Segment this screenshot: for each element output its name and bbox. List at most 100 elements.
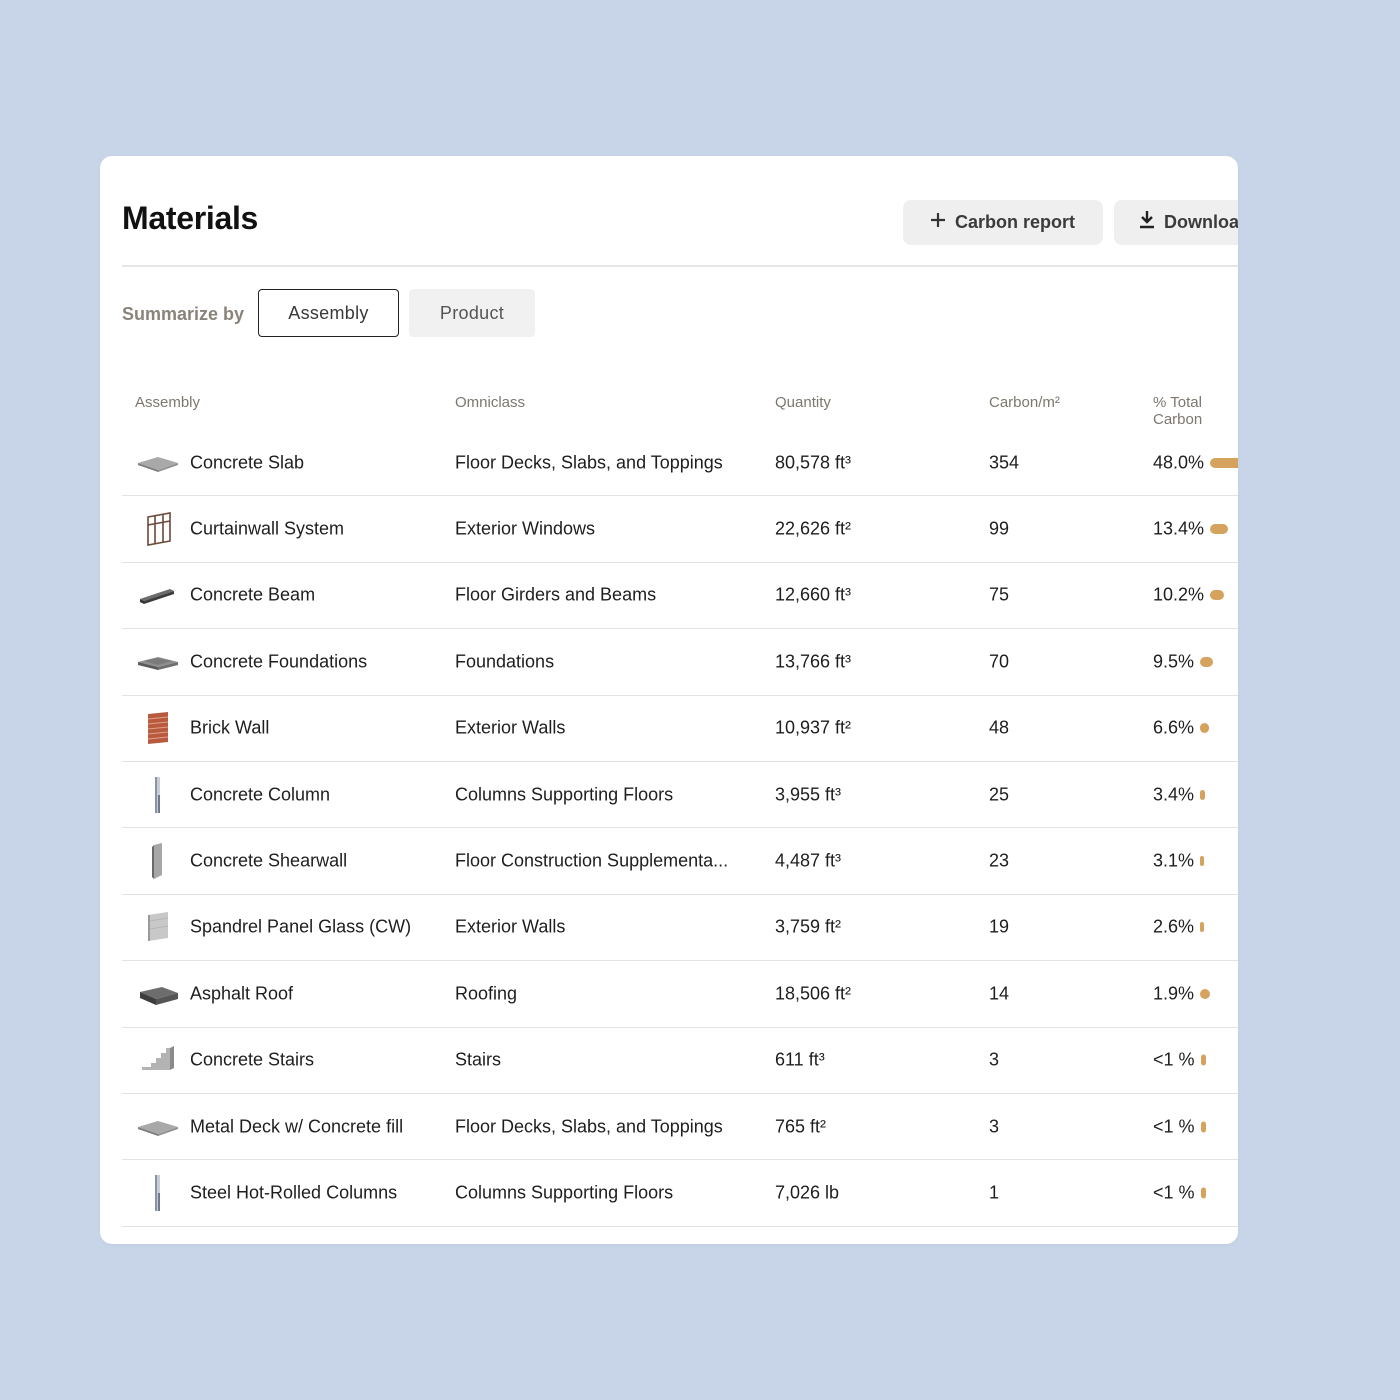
column-header-assembly[interactable]: Assembly [135,394,200,411]
download-icon [1138,210,1156,235]
percent-bar [1210,590,1224,601]
quantity: 80,578 ft³ [775,452,852,473]
percent-bar [1200,988,1211,999]
omniclass: Exterior Walls [455,916,566,937]
shearwall-icon [136,841,180,881]
summarize-label: Summarize by [122,304,245,324]
omniclass: Columns Supporting Floors [455,784,674,805]
slab-icon [136,443,180,483]
percent-bar [1200,723,1210,734]
column-header-percent-total[interactable]: % Total Carbon [1153,394,1238,428]
percent-bar [1200,1054,1206,1066]
table-row[interactable]: Curtainwall System Exterior Windows 22,626… [122,496,1238,563]
percent-total-carbon: 3.1% [1153,850,1195,871]
download-label: Download [1164,212,1238,232]
carbon-per-m2: 23 [989,850,1010,871]
carbon-per-m2: 70 [989,651,1010,672]
column-icon [136,1173,180,1213]
percent-total-carbon: 48.0% [1153,452,1205,473]
omniclass: Floor Construction Supplementa... [455,850,729,871]
summarize-product-button[interactable]: Product [409,289,535,337]
quantity: 611 ft³ [775,1049,825,1070]
carbon-per-m2: 3 [989,1116,1000,1137]
brick-icon [136,708,180,748]
curtainwall-icon [136,509,180,549]
table-row[interactable]: Asphalt Roof Roofing 18,506 ft² 14 1.9% [122,961,1238,1028]
foundation-icon [136,642,180,682]
percent-bar [1200,856,1205,867]
percent-total-carbon: <1 % [1153,1182,1195,1203]
omniclass: Floor Decks, Slabs, and Toppings [455,1116,723,1137]
percent-bar [1200,922,1205,933]
quantity: 765 ft² [775,1116,827,1137]
stairs-icon [136,1040,180,1080]
table-row[interactable]: Concrete Slab Floor Decks, Slabs, and Top… [122,430,1238,497]
header-divider [122,265,1238,267]
column-header-carbon[interactable]: Carbon/m² [989,394,1060,411]
table-row[interactable]: Steel Hot-Rolled Columns Columns Supporti… [122,1160,1238,1227]
column-header-quantity[interactable]: Quantity [775,394,831,411]
percent-total-carbon: 2.6% [1153,916,1195,937]
assembly-name: Concrete Slab [190,452,305,473]
percent-bar [1200,656,1213,667]
plus-icon [929,211,947,234]
materials-table: Concrete Slab Floor Decks, Slabs, and Top… [122,430,1238,1244]
roof-icon [136,974,180,1014]
assembly-name: Curtainwall System [190,518,345,539]
carbon-per-m2: 1 [989,1182,1000,1203]
table-row[interactable]: Spandrel Panel Glass (CW) Exterior Walls 3… [122,895,1238,962]
carbon-per-m2: 3 [989,1049,1000,1070]
summarize-assembly-button[interactable]: Assembly [258,289,399,337]
percent-total-carbon: 13.4% [1153,518,1205,539]
omniclass: Floor Girders and Beams [455,584,657,605]
column-header-omniclass[interactable]: Omniclass [455,394,525,411]
assembly-name: Concrete Foundations [190,651,368,672]
percent-bar [1200,1187,1206,1199]
table-row[interactable]: Concrete Shearwall Floor Construction Sup… [122,828,1238,895]
percent-total-carbon: 1.9% [1153,983,1195,1004]
omniclass: Exterior Walls [455,717,566,738]
assembly-name: Metal Deck w/ Concrete fill [190,1116,404,1137]
beam-icon [136,575,180,615]
materials-panel: Materials Carbon report Download Summari… [100,156,1238,1244]
percent-total-carbon: 6.6% [1153,717,1195,738]
assembly-name: Concrete Stairs [190,1049,315,1070]
download-button[interactable]: Download [1114,200,1238,245]
carbon-per-m2: 25 [989,784,1010,805]
quantity: 13,766 ft³ [775,651,852,672]
omniclass: Columns Supporting Floors [455,1182,674,1203]
assembly-name: Concrete Beam [190,584,316,605]
carbon-per-m2: 99 [989,518,1010,539]
table-row[interactable]: Metal Panel WallExterior Walls2,331 ft²1… [122,1227,1238,1244]
quantity: 7,026 lb [775,1182,840,1203]
table-row[interactable]: Metal Deck w/ Concrete fill Floor Decks, … [122,1094,1238,1161]
percent-bar [1210,457,1238,468]
carbon-per-m2: 354 [989,452,1020,473]
assembly-name: Brick Wall [190,717,270,738]
table-row[interactable]: Concrete Foundations Foundations 13,766 ft… [122,629,1238,696]
column-icon [136,775,180,815]
slab-icon [136,1107,180,1147]
quantity: 18,506 ft² [775,983,852,1004]
assembly-name: Asphalt Roof [190,983,294,1004]
percent-total-carbon: <1 % [1153,1049,1195,1070]
omniclass: Foundations [455,651,555,672]
percent-bar [1200,789,1205,800]
panel-icon [136,1239,180,1244]
omniclass: Roofing [455,983,518,1004]
carbon-per-m2: 75 [989,584,1010,605]
table-row[interactable]: Concrete Column Columns Supporting Floors… [122,762,1238,829]
table-row[interactable]: Concrete Beam Floor Girders and Beams 12,6… [122,563,1238,630]
percent-total-carbon: 3.4% [1153,784,1195,805]
table-row[interactable]: Brick Wall Exterior Walls 10,937 ft² 48 6.6% [122,696,1238,762]
percent-bar [1200,1121,1206,1133]
carbon-per-m2: 14 [989,983,1010,1004]
omniclass: Floor Decks, Slabs, and Toppings [455,452,723,473]
quantity: 4,487 ft³ [775,850,842,871]
carbon-report-button[interactable]: Carbon report [903,200,1103,245]
percent-total-carbon: <1 % [1153,1116,1195,1137]
quantity: 22,626 ft² [775,518,852,539]
table-row[interactable]: Concrete Stairs Stairs 611 ft³ 3 <1 % [122,1028,1238,1094]
assembly-name: Concrete Shearwall [190,850,348,871]
page-title: Materials [122,200,259,236]
